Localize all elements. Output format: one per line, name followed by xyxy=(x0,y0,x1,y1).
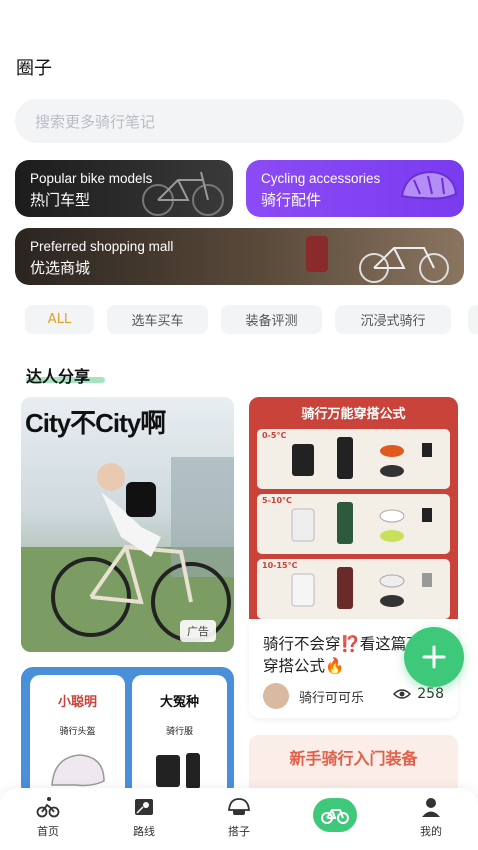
nav-routes[interactable]: 路线 xyxy=(114,796,174,839)
gear-name: 大冤种 xyxy=(159,695,199,710)
profile-icon xyxy=(422,798,440,817)
gear-sub: 骑行服 xyxy=(165,727,193,737)
gear-item-helmet: 小聪明 骑行头盔 xyxy=(30,675,125,797)
view-count-value: 258 xyxy=(417,686,444,702)
category-label-zh: 优选商城 xyxy=(30,259,91,277)
cyclist-photo xyxy=(21,457,234,652)
outfit-panel-mild: 10-15°C xyxy=(257,559,450,619)
nav-label: 搭子 xyxy=(228,825,250,838)
nav-ride-button[interactable] xyxy=(313,798,357,832)
outfit-banner-title: 骑行万能穿搭公式 xyxy=(301,407,406,422)
category-label-en: Preferred shopping mall xyxy=(30,239,174,254)
nav-label: 首页 xyxy=(37,825,59,838)
section-title: 达人分享 xyxy=(26,367,91,386)
feed-card-ad[interactable]: City不City啊 广告 xyxy=(21,397,234,652)
gear-sub: 骑行头盔 xyxy=(59,727,96,737)
view-count: 258 xyxy=(393,686,444,702)
create-post-button[interactable] xyxy=(404,627,464,687)
map-pin-icon xyxy=(135,799,153,815)
tab-overflow[interactable] xyxy=(468,305,478,334)
category-label-zh: 骑行配件 xyxy=(261,191,322,209)
tab-choose-bike[interactable]: 选车买车 xyxy=(107,305,208,334)
category-shopping-mall[interactable]: Preferred shopping mall 优选商城 xyxy=(15,228,464,285)
outfit-items-image xyxy=(292,437,432,479)
plus-icon xyxy=(422,645,446,669)
outfit-items-image xyxy=(291,502,432,544)
category-label-en: Popular bike models xyxy=(30,171,153,186)
category-label-zh: 热门车型 xyxy=(30,191,91,209)
gear-name: 小聪明 xyxy=(57,695,97,710)
search-bar[interactable]: 搜索更多骑行笔记 xyxy=(15,99,464,143)
feed-card-outfit[interactable]: 骑行万能穿搭公式 0-5°C 5-10°C 10-15°C xyxy=(249,397,458,619)
author-row[interactable]: 骑行可可乐 xyxy=(263,683,364,709)
bicycle-icon xyxy=(321,809,349,824)
author-name: 骑行可可乐 xyxy=(299,690,365,706)
jersey-image xyxy=(156,753,200,789)
nav-home[interactable]: 首页 xyxy=(18,796,78,839)
tab-immersive-riding[interactable]: 沉浸式骑行 xyxy=(335,305,451,334)
category-popular-bikes[interactable]: Popular bike models 热门车型 xyxy=(15,160,233,217)
nav-profile[interactable]: 我的 xyxy=(401,796,461,839)
helmet-image xyxy=(51,754,105,787)
outfit-panel-cold: 0-5°C xyxy=(257,429,450,489)
feed-card-gear[interactable]: 小聪明 骑行头盔 大冤种 骑行服 xyxy=(21,667,234,797)
tab-gear-review[interactable]: 装备评测 xyxy=(221,305,322,334)
page-title: 圈子 xyxy=(16,58,52,79)
helmet-image xyxy=(400,170,458,200)
search-placeholder: 搜索更多骑行笔记 xyxy=(35,112,156,131)
helmet-icon xyxy=(228,798,250,815)
ad-badge: 广告 xyxy=(180,620,216,642)
bottom-nav: 首页 路线 搭子 我的 xyxy=(0,788,478,850)
eye-icon xyxy=(393,689,412,699)
nav-label: 我的 xyxy=(420,825,442,838)
tab-all[interactable]: ALL xyxy=(25,305,94,334)
avatar xyxy=(263,683,289,709)
nav-buddies[interactable]: 搭子 xyxy=(209,796,269,839)
category-cycling-accessories[interactable]: Cycling accessories 骑行配件 xyxy=(246,160,464,217)
road-bike-image xyxy=(142,171,224,216)
bike-rider-icon xyxy=(36,797,60,818)
nav-label: 路线 xyxy=(133,825,155,838)
gear-item-jersey: 大冤种 骑行服 xyxy=(132,675,227,797)
category-label-en: Cycling accessories xyxy=(261,171,381,186)
filter-tabs: ALL 选车买车 装备评测 沉浸式骑行 xyxy=(25,305,451,334)
newbie-title: 新手骑行入门装备 xyxy=(289,749,418,768)
outfit-panel-cool: 5-10°C xyxy=(257,494,450,554)
mall-products-image xyxy=(306,236,449,283)
outfit-items-image xyxy=(291,567,432,609)
